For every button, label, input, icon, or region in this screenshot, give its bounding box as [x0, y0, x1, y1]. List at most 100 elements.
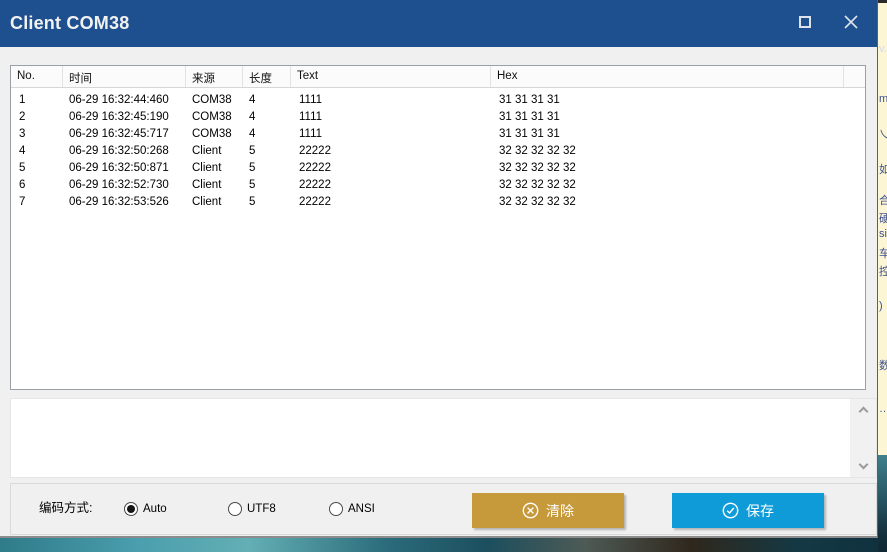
cell-no: 3 — [11, 128, 63, 140]
cell-hex: 32 32 32 32 32 — [491, 162, 844, 174]
cell-source: Client — [186, 145, 243, 157]
table-row[interactable]: 2 06-29 16:32:45:190 COM38 4 1111 31 31 … — [11, 108, 865, 125]
background-text-fragment: si — [879, 228, 887, 240]
table-row[interactable]: 7 06-29 16:32:53:526 Client 5 22222 32 3… — [11, 193, 865, 210]
message-input[interactable] — [11, 399, 850, 477]
cell-time: 06-29 16:32:50:268 — [63, 145, 186, 157]
cell-time: 06-29 16:32:50:871 — [63, 162, 186, 174]
background-text-fragment: 数 — [879, 357, 887, 373]
maximize-button[interactable] — [789, 6, 821, 38]
radio-label: UTF8 — [247, 503, 276, 515]
background-text-fragment: 硬 — [879, 210, 887, 226]
chevron-down-icon — [858, 460, 868, 470]
table-row[interactable]: 4 06-29 16:32:50:268 Client 5 22222 32 3… — [11, 142, 865, 159]
cell-length: 5 — [243, 179, 291, 191]
cell-hex: 32 32 32 32 32 — [491, 179, 844, 191]
column-header-hex[interactable]: Hex — [491, 66, 844, 87]
cell-text: 22222 — [291, 196, 491, 208]
radio-auto[interactable]: Auto — [124, 484, 167, 534]
column-header-no[interactable]: No. — [11, 66, 63, 87]
background-text-fragment: 合 — [879, 192, 887, 208]
background-text-fragment: v.u — [879, 43, 887, 55]
cell-source: Client — [186, 179, 243, 191]
cell-text: 1111 — [291, 128, 491, 140]
table-body: 1 06-29 16:32:44:460 COM38 4 1111 31 31 … — [11, 88, 865, 210]
circle-x-icon — [522, 502, 539, 519]
desktop-wallpaper — [878, 455, 887, 552]
cell-hex: 31 31 31 31 — [491, 128, 844, 140]
desktop-wallpaper — [0, 538, 887, 552]
background-text-fragment: ) — [879, 300, 883, 312]
cell-no: 4 — [11, 145, 63, 157]
titlebar[interactable]: Client COM38 — [0, 0, 877, 47]
scroll-up-button[interactable] — [850, 401, 876, 418]
cell-length: 4 — [243, 111, 291, 123]
background-window-strip: v.u m 乀 如 合 硬 si 车 控 ) 数 … — [878, 0, 887, 455]
scroll-down-button[interactable] — [850, 458, 876, 475]
cell-no: 1 — [11, 94, 63, 106]
cell-text: 1111 — [291, 94, 491, 106]
table-row[interactable]: 1 06-29 16:32:44:460 COM38 4 1111 31 31 … — [11, 91, 865, 108]
cell-length: 5 — [243, 196, 291, 208]
circle-check-icon — [722, 502, 739, 519]
column-header-text[interactable]: Text — [291, 66, 491, 87]
cell-length: 5 — [243, 162, 291, 174]
maximize-icon — [799, 16, 811, 28]
column-header-length[interactable]: 长度 — [243, 66, 291, 87]
background-text-fragment: … — [879, 403, 887, 415]
radio-ansi[interactable]: ANSI — [329, 484, 375, 534]
log-table: No. 时间 来源 长度 Text Hex 1 06-29 16:32:44:4… — [10, 65, 866, 390]
table-row[interactable]: 3 06-29 16:32:45:717 COM38 4 1111 31 31 … — [11, 125, 865, 142]
cell-no: 5 — [11, 162, 63, 174]
cell-length: 4 — [243, 94, 291, 106]
cell-no: 7 — [11, 196, 63, 208]
window-title: Client COM38 — [10, 0, 129, 46]
save-button-label: 保存 — [746, 501, 774, 521]
cell-no: 2 — [11, 111, 63, 123]
background-text-fragment: 控 — [879, 263, 887, 279]
cell-time: 06-29 16:32:45:190 — [63, 111, 186, 123]
cell-source: COM38 — [186, 111, 243, 123]
close-icon — [844, 15, 858, 29]
encoding-label: 编码方式: — [39, 484, 92, 533]
cell-text: 22222 — [291, 145, 491, 157]
background-text-fragment: m — [879, 93, 887, 105]
cell-time: 06-29 16:32:44:460 — [63, 94, 186, 106]
cell-hex: 32 32 32 32 32 — [491, 196, 844, 208]
cell-length: 4 — [243, 128, 291, 140]
cell-text: 22222 — [291, 179, 491, 191]
cell-text: 22222 — [291, 162, 491, 174]
chevron-up-icon — [858, 407, 868, 417]
radio-utf8[interactable]: UTF8 — [228, 484, 276, 534]
cell-hex: 31 31 31 31 — [491, 94, 844, 106]
cell-source: COM38 — [186, 128, 243, 140]
column-header-filler — [844, 66, 865, 87]
cell-time: 06-29 16:32:52:730 — [63, 179, 186, 191]
cell-hex: 32 32 32 32 32 — [491, 145, 844, 157]
screen: v.u m 乀 如 合 硬 si 车 控 ) 数 … Client COM38 — [0, 0, 887, 552]
background-text-fragment: 乀 — [879, 126, 887, 142]
save-button[interactable]: 保存 — [672, 493, 824, 528]
radio-label: ANSI — [348, 503, 375, 515]
column-header-source[interactable]: 来源 — [186, 66, 243, 87]
background-text-fragment: 车 — [879, 245, 887, 261]
message-scrollbar[interactable] — [850, 399, 876, 477]
cell-source: Client — [186, 162, 243, 174]
cell-text: 1111 — [291, 111, 491, 123]
cell-source: Client — [186, 196, 243, 208]
radio-icon — [124, 502, 138, 516]
column-header-time[interactable]: 时间 — [63, 66, 186, 87]
table-row[interactable]: 6 06-29 16:32:52:730 Client 5 22222 32 3… — [11, 176, 865, 193]
cell-time: 06-29 16:32:53:526 — [63, 196, 186, 208]
bottom-panel: 编码方式: Auto UTF8 ANSI 清除 — [10, 483, 877, 535]
close-button[interactable] — [835, 6, 867, 38]
table-row[interactable]: 5 06-29 16:32:50:871 Client 5 22222 32 3… — [11, 159, 865, 176]
radio-icon — [329, 502, 343, 516]
cell-hex: 31 31 31 31 — [491, 111, 844, 123]
cell-length: 5 — [243, 145, 291, 157]
background-text-fragment: 如 — [879, 161, 887, 177]
client-window: Client COM38 No. 时间 来源 长度 Text Hex — [0, 0, 878, 538]
clear-button[interactable]: 清除 — [472, 493, 624, 528]
radio-icon — [228, 502, 242, 516]
cell-time: 06-29 16:32:45:717 — [63, 128, 186, 140]
